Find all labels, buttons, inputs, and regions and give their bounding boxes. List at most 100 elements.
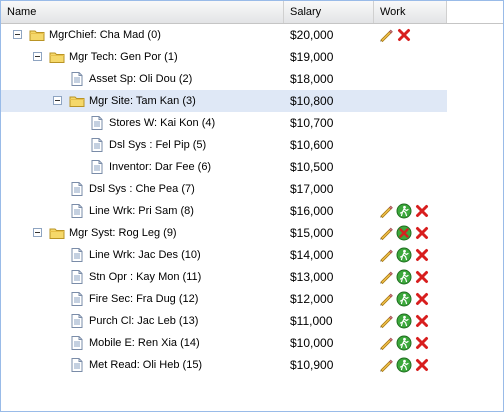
work-actions-cell	[374, 288, 447, 310]
run-icon[interactable]	[396, 291, 412, 307]
salary-cell: $10,700	[290, 116, 334, 130]
column-header-name[interactable]: Name	[1, 1, 284, 23]
document-icon	[69, 71, 85, 90]
salary-cell: $14,000	[290, 248, 334, 262]
tree-row[interactable]: Fire Sec: Fra Dug (12) $12,000	[1, 288, 447, 310]
folder-icon	[69, 93, 85, 112]
edit-pencil-icon[interactable]	[378, 203, 394, 219]
tree-row[interactable]: Line Wrk: Jac Des (10) $14,000	[1, 244, 447, 266]
row-label: Line Wrk: Pri Sam (8)	[89, 205, 194, 217]
run-icon[interactable]	[396, 269, 412, 285]
name-cell: Stores W: Kai Kon (4)	[1, 112, 284, 134]
name-cell: Dsl Sys : Che Pea (7)	[1, 178, 284, 200]
delete-x-icon[interactable]	[414, 269, 430, 285]
document-icon	[69, 269, 85, 288]
tree-row[interactable]: Dsl Sys : Che Pea (7) $17,000	[1, 178, 447, 200]
collapse-toggle-icon[interactable]	[33, 52, 42, 61]
row-label: Dsl Sys : Fel Pip (5)	[109, 139, 207, 151]
edit-pencil-icon[interactable]	[378, 27, 394, 43]
salary-cell: $10,000	[290, 336, 334, 350]
run-icon[interactable]	[396, 203, 412, 219]
tree-row[interactable]: Mgr Syst: Rog Leg (9) $15,000	[1, 222, 447, 244]
tree-row[interactable]: Mgr Site: Tam Kan (3) $10,800	[1, 90, 447, 112]
salary-cell: $10,600	[290, 138, 334, 152]
name-cell: Mgr Syst: Rog Leg (9)	[1, 222, 284, 244]
work-actions-cell	[374, 90, 447, 112]
tree-row[interactable]: Asset Sp: Oli Dou (2) $18,000	[1, 68, 447, 90]
delete-x-icon[interactable]	[414, 247, 430, 263]
delete-x-icon[interactable]	[414, 225, 430, 241]
delete-x-icon[interactable]	[414, 291, 430, 307]
row-label: Asset Sp: Oli Dou (2)	[89, 73, 193, 85]
row-label: Mgr Site: Tam Kan (3)	[89, 95, 196, 107]
delete-x-icon[interactable]	[414, 357, 430, 373]
name-cell: Line Wrk: Pri Sam (8)	[1, 200, 284, 222]
tree-row[interactable]: Stn Opr : Kay Mon (11) $13,000	[1, 266, 447, 288]
tree-row[interactable]: Met Read: Oli Heb (15) $10,900	[1, 354, 447, 376]
column-header-salary[interactable]: Salary	[284, 1, 374, 23]
document-icon	[69, 313, 85, 332]
row-label: Purch Cl: Jac Leb (13)	[89, 315, 199, 327]
document-icon	[69, 357, 85, 376]
run-icon[interactable]	[396, 335, 412, 351]
edit-pencil-icon[interactable]	[378, 269, 394, 285]
salary-cell: $13,000	[290, 270, 334, 284]
row-label: Met Read: Oli Heb (15)	[89, 359, 203, 371]
delete-x-icon[interactable]	[414, 313, 430, 329]
document-icon	[69, 291, 85, 310]
salary-cell: $10,800	[290, 94, 334, 108]
column-header-work[interactable]: Work	[374, 1, 447, 23]
work-actions-cell	[374, 354, 447, 376]
document-icon	[69, 203, 85, 222]
salary-cell: $16,000	[290, 204, 334, 218]
edit-pencil-icon[interactable]	[378, 335, 394, 351]
work-actions-cell	[374, 200, 447, 222]
work-actions-cell	[374, 156, 447, 178]
name-cell: Asset Sp: Oli Dou (2)	[1, 68, 284, 90]
tree-grid: Name Salary Work MgrChief: Cha Mad (0) $2…	[0, 0, 504, 412]
tree-row[interactable]: Mobile E: Ren Xia (14) $10,000	[1, 332, 447, 354]
tree-row[interactable]: Dsl Sys : Fel Pip (5) $10,600	[1, 134, 447, 156]
delete-x-icon[interactable]	[414, 203, 430, 219]
edit-pencil-icon[interactable]	[378, 357, 394, 373]
edit-pencil-icon[interactable]	[378, 247, 394, 263]
tree-row[interactable]: Mgr Tech: Gen Por (1) $19,000	[1, 46, 447, 68]
run-icon[interactable]	[396, 357, 412, 373]
document-icon	[89, 159, 105, 178]
work-actions-cell	[374, 112, 447, 134]
run-icon[interactable]	[396, 247, 412, 263]
name-cell: Inventor: Dar Fee (6)	[1, 156, 284, 178]
work-actions-cell	[374, 244, 447, 266]
work-actions-cell	[374, 134, 447, 156]
delete-x-icon[interactable]	[396, 27, 412, 43]
edit-pencil-icon[interactable]	[378, 291, 394, 307]
folder-icon	[29, 27, 45, 46]
edit-pencil-icon[interactable]	[378, 225, 394, 241]
grid-header: Name Salary Work	[1, 1, 503, 24]
edit-pencil-icon[interactable]	[378, 313, 394, 329]
name-cell: Purch Cl: Jac Leb (13)	[1, 310, 284, 332]
name-cell: Met Read: Oli Heb (15)	[1, 354, 284, 376]
tree-row[interactable]: Purch Cl: Jac Leb (13) $11,000	[1, 310, 447, 332]
collapse-toggle-icon[interactable]	[53, 96, 62, 105]
row-label: MgrChief: Cha Mad (0)	[49, 29, 161, 41]
run-icon[interactable]	[396, 313, 412, 329]
tree-row[interactable]: Stores W: Kai Kon (4) $10,700	[1, 112, 447, 134]
stop-icon[interactable]	[396, 225, 412, 241]
name-cell: Line Wrk: Jac Des (10)	[1, 244, 284, 266]
collapse-toggle-icon[interactable]	[33, 228, 42, 237]
tree-row[interactable]: Line Wrk: Pri Sam (8) $16,000	[1, 200, 447, 222]
row-label: Mobile E: Ren Xia (14)	[89, 337, 200, 349]
salary-cell: $10,500	[290, 160, 334, 174]
tree-row[interactable]: Inventor: Dar Fee (6) $10,500	[1, 156, 447, 178]
collapse-toggle-icon[interactable]	[13, 30, 22, 39]
delete-x-icon[interactable]	[414, 335, 430, 351]
document-icon	[89, 137, 105, 156]
folder-icon	[49, 49, 65, 68]
row-label: Line Wrk: Jac Des (10)	[89, 249, 201, 261]
name-cell: Mgr Site: Tam Kan (3)	[1, 90, 284, 112]
tree-row[interactable]: MgrChief: Cha Mad (0) $20,000	[1, 24, 447, 46]
document-icon	[69, 181, 85, 200]
row-label: Mgr Tech: Gen Por (1)	[69, 51, 178, 63]
document-icon	[69, 247, 85, 266]
